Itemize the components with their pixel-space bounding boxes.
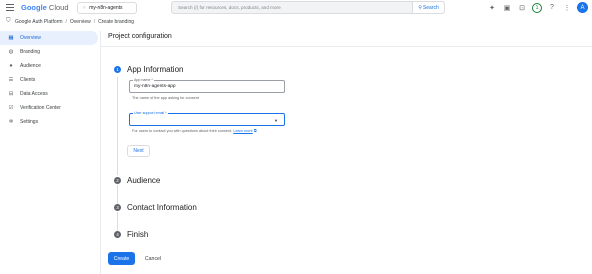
sidebar-item-clients[interactable]: ☰ Clients (0, 73, 100, 87)
data-access-icon: ⊟ (8, 91, 14, 97)
step-app-information[interactable]: 1 App Information (114, 65, 183, 74)
search-bar[interactable]: Search (/) for resources, docs, products… (171, 1, 445, 14)
sidebar-item-audience[interactable]: ● Audience (0, 59, 100, 73)
shield-icon: ⛉ (6, 18, 11, 24)
logo-google: Google (21, 3, 47, 12)
app-name-value: my-n8n-agents-app (134, 84, 176, 89)
avatar[interactable]: A (577, 2, 588, 13)
logo-cloud: Cloud (46, 3, 69, 12)
support-email-hint-text: For users to contact you with questions … (132, 129, 233, 133)
app-name-hint: The name of the app asking for consent (132, 96, 199, 100)
sidebar-item-label: Data Access (20, 91, 48, 97)
search-button[interactable]: ⚲ Search (412, 2, 444, 13)
sidebar-item-settings[interactable]: ✲ Settings (0, 115, 100, 129)
breadcrumb-separator: / (93, 18, 96, 25)
stepper-line (117, 77, 118, 175)
app-name-label: App name * (133, 78, 154, 82)
help-icon[interactable]: ? (547, 3, 557, 13)
more-vert-icon[interactable]: ⋮ (562, 3, 572, 13)
clients-icon: ☰ (8, 77, 14, 83)
search-button-label: Search (422, 4, 439, 11)
stepper-line (117, 185, 118, 205)
create-button[interactable]: Create (108, 252, 135, 265)
sidebar-item-label: Verification Center (20, 105, 61, 111)
sidebar-divider (100, 31, 101, 274)
header-divider (101, 46, 592, 47)
google-cloud-logo[interactable]: Google Cloud (21, 3, 69, 12)
breadcrumb-item[interactable]: Overview (70, 19, 91, 25)
search-icon: ⚲ (418, 4, 422, 11)
notifications-badge[interactable]: 1 (532, 2, 542, 13)
project-icon: ⁘ (82, 5, 87, 11)
sidebar-item-data-access[interactable]: ⊟ Data Access (0, 87, 100, 101)
people-icon: ● (9, 63, 13, 69)
project-selector[interactable]: ⁘ my-n8n-agents (77, 2, 137, 14)
verification-icon: ☑ (8, 105, 14, 111)
terminal-icon[interactable]: ⊡ (517, 3, 527, 13)
sidebar-item-label: Settings (20, 119, 39, 125)
next-button[interactable]: Next (127, 145, 150, 157)
sidebar-item-label: Overview (20, 35, 41, 41)
step-label: App Information (127, 65, 184, 74)
grid-icon: ▦ (8, 35, 14, 41)
palette-icon: ◍ (8, 49, 14, 55)
learn-more-link[interactable]: Learn more (233, 129, 252, 133)
sidebar-item-overview[interactable]: ▦ Overview (0, 31, 98, 45)
step-label: Audience (127, 176, 161, 185)
breadcrumb: ⛉ Google Auth Platform / Overview / Crea… (6, 17, 134, 26)
support-email-field[interactable]: User support email * ▼ (129, 111, 285, 126)
sidebar-item-branding[interactable]: ◍ Branding (0, 45, 100, 59)
step-label: Contact Information (127, 203, 197, 212)
support-email-hint: For users to contact you with questions … (132, 129, 257, 133)
cancel-button[interactable]: Cancel (140, 252, 166, 265)
external-link-icon: ⧉ (253, 129, 257, 133)
top-bar: Google Cloud ⁘ my-n8n-agents Search (/) … (0, 0, 592, 16)
page-title: Project configuration (108, 33, 172, 40)
step-number: 1 (114, 66, 121, 73)
menu-icon[interactable] (6, 4, 14, 11)
sidebar: ▦ Overview ◍ Branding ● Audience ☰ Clien… (0, 31, 100, 129)
project-name: my-n8n-agents (89, 5, 123, 11)
breadcrumb-separator: / (65, 18, 67, 25)
gemini-icon[interactable]: ✦ (487, 3, 497, 13)
step-number: 3 (114, 204, 121, 211)
sidebar-item-verification-center[interactable]: ☑ Verification Center (0, 101, 100, 115)
step-label: Finish (127, 230, 149, 239)
step-number: 2 (114, 177, 121, 184)
sidebar-item-label: Clients (20, 77, 36, 83)
search-input[interactable]: Search (/) for resources, docs, products… (172, 5, 412, 10)
dropdown-arrow-icon[interactable]: ▼ (274, 118, 278, 123)
app-name-field[interactable]: App name * my-n8n-agents-app (129, 78, 285, 93)
step-number: 4 (114, 231, 121, 238)
sidebar-item-label: Branding (20, 49, 41, 55)
step-audience[interactable]: 2 Audience (114, 176, 160, 185)
support-email-label: User support email * (133, 111, 168, 115)
step-contact-information[interactable]: 3 Contact Information (114, 203, 197, 212)
breadcrumb-item: Create branding (98, 18, 135, 25)
stepper-line (117, 212, 118, 232)
gear-icon: ✲ (8, 119, 14, 125)
breadcrumb-item[interactable]: Google Auth Platform (15, 19, 63, 25)
step-finish[interactable]: 4 Finish (114, 230, 148, 239)
gift-icon[interactable]: ▣ (502, 3, 512, 13)
sidebar-item-label: Audience (20, 63, 41, 69)
